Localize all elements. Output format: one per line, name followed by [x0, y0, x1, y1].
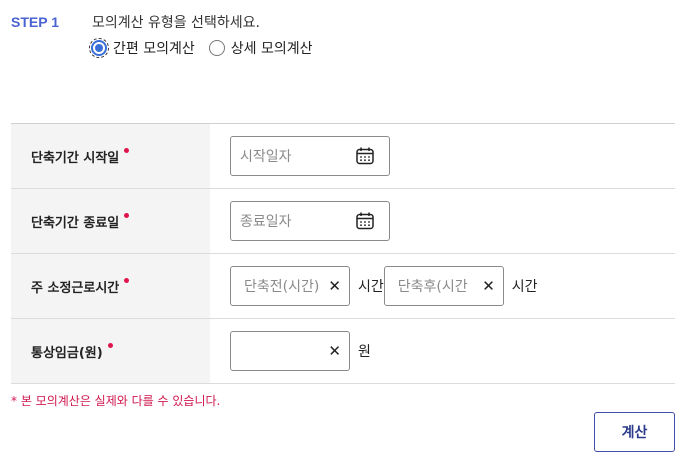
row-field-cell: ✕ 원 [210, 319, 675, 383]
step-header: STEP 1 모의계산 유형을 선택하세요. [11, 12, 260, 32]
ordinary-wage-label: 통상임금(원) [31, 345, 103, 361]
radio-label-detailed: 상세 모의계산 [230, 41, 313, 57]
hours-before-placeholder: 단축전(시간) [244, 279, 320, 295]
step-instruction: 모의계산 유형을 선택하세요. [92, 15, 260, 31]
row-field-cell: 시작일자 [210, 124, 675, 188]
start-date-input[interactable]: 시작일자 [230, 136, 390, 176]
ordinary-wage-input[interactable]: ✕ [230, 331, 350, 371]
disclaimer-notice: * 본 모의계산은 실제와 다를 수 있습니다. [11, 394, 221, 408]
form-row-end-date: 단축기간 종료일 종료일자 [11, 189, 675, 254]
calendar-icon[interactable] [355, 146, 375, 166]
hours-before-unit: 시간 [358, 279, 384, 295]
radio-label-simple: 간편 모의계산 [113, 41, 195, 57]
end-date-label: 단축기간 종료일 [31, 215, 120, 231]
clear-icon[interactable]: ✕ [328, 277, 341, 295]
wage-unit: 원 [358, 344, 371, 360]
row-label-cell: 단축기간 종료일 [11, 189, 210, 253]
radio-button-detailed[interactable] [208, 40, 225, 56]
row-field-cell: 단축전(시간) ✕ 시간 단축후(시간 ✕ 시간 [210, 254, 675, 318]
radio-simple-calc[interactable]: 간편 모의계산 [89, 38, 195, 58]
calendar-icon[interactable] [355, 211, 375, 231]
weekly-hours-label: 주 소정근로시간 [31, 280, 120, 296]
form-row-start-date: 단축기간 시작일 시작일자 [11, 124, 675, 189]
clear-icon[interactable]: ✕ [482, 277, 495, 295]
hours-after-unit: 시간 [511, 279, 538, 295]
calculate-button[interactable]: 계산 [594, 412, 675, 452]
row-label-cell: 주 소정근로시간 [11, 254, 210, 318]
row-field-cell: 종료일자 [210, 189, 675, 253]
form-row-ordinary-wage: 통상임금(원) ✕ 원 [11, 319, 675, 384]
hours-after-input[interactable]: 단축후(시간 ✕ [383, 266, 504, 306]
calc-type-radio-group: 간편 모의계산 상세 모의계산 [89, 38, 326, 58]
required-dot [124, 212, 130, 218]
hours-before-input[interactable]: 단축전(시간) ✕ [230, 266, 350, 306]
radio-button-simple[interactable] [89, 38, 109, 58]
radio-detailed-calc[interactable]: 상세 모의계산 [208, 38, 313, 58]
required-dot [107, 342, 113, 348]
clear-icon[interactable]: ✕ [328, 342, 341, 360]
row-label-cell: 통상임금(원) [11, 319, 210, 383]
required-dot [124, 147, 130, 153]
hours-after-placeholder: 단축후(시간 [397, 279, 468, 295]
row-label-cell: 단축기간 시작일 [11, 124, 210, 188]
end-date-input[interactable]: 종료일자 [230, 201, 390, 241]
required-dot [124, 277, 130, 283]
form-row-weekly-hours: 주 소정근로시간 단축전(시간) ✕ 시간 단축후(시간 ✕ 시간 [11, 254, 675, 319]
calculation-form: 단축기간 시작일 시작일자 단축기간 종료일 종료일자 주 소정근로시간 단축전… [11, 123, 675, 384]
end-date-placeholder: 종료일자 [240, 214, 292, 230]
start-date-label: 단축기간 시작일 [31, 150, 120, 166]
step-label: STEP 1 [11, 14, 59, 30]
start-date-placeholder: 시작일자 [240, 149, 292, 165]
